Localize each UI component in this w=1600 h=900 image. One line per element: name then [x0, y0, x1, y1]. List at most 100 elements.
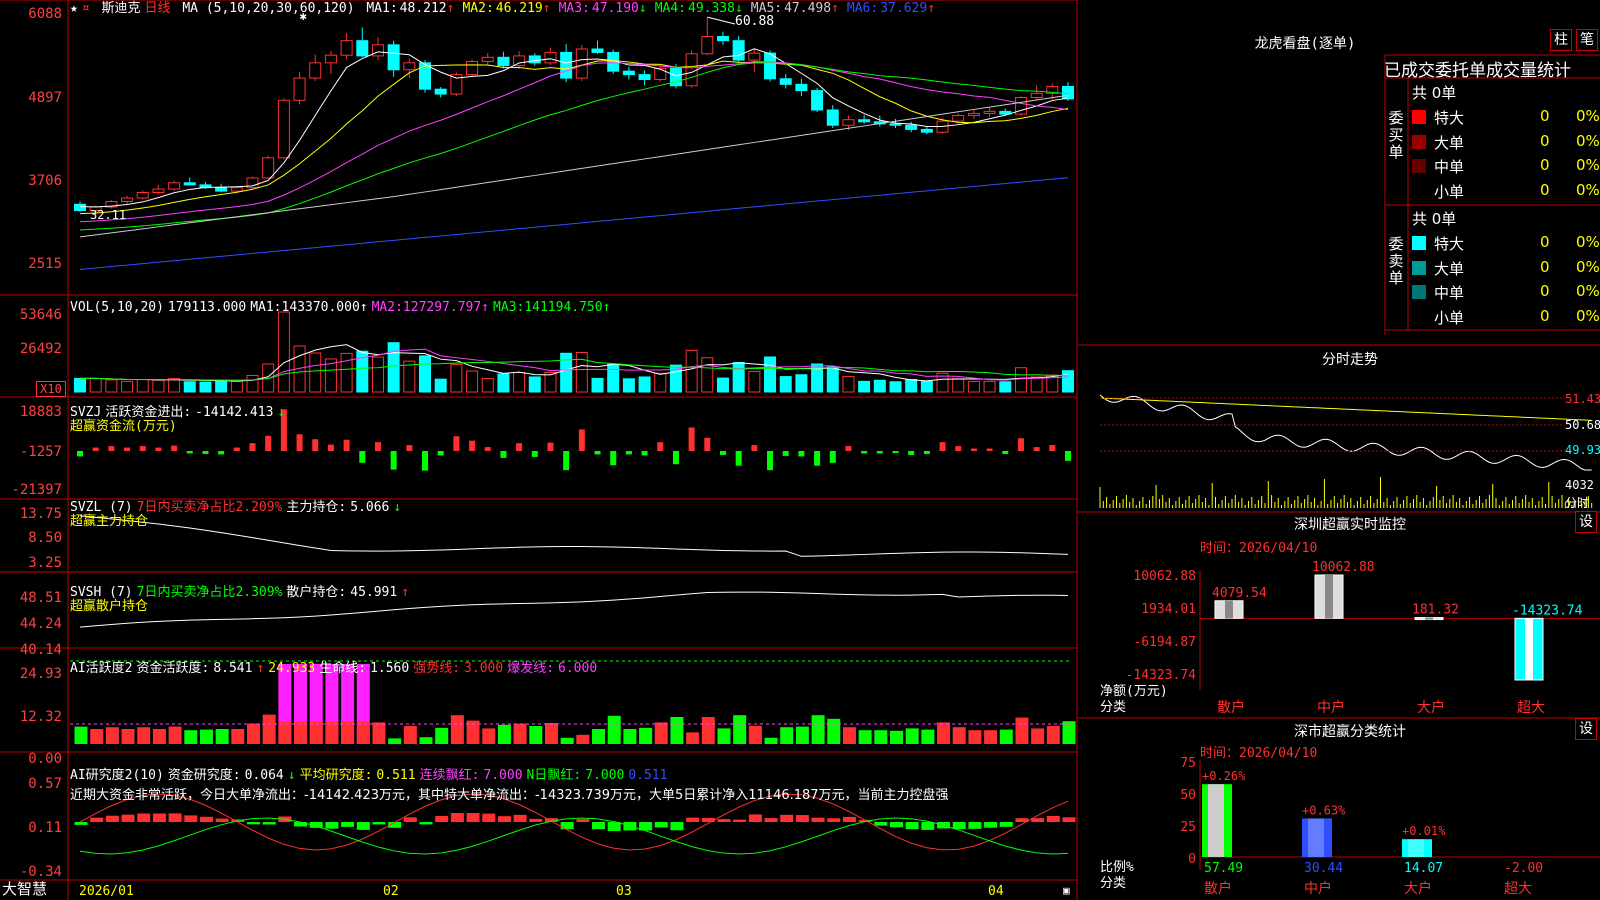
candle-51 [858, 114, 871, 124]
kline-chart-svg[interactable]: ✱ [0, 0, 1078, 900]
candles-group [74, 17, 1074, 219]
candle-48 [811, 87, 824, 113]
svsh-ytick-2: 44.24 [19, 616, 62, 632]
ai-active-bar-base [309, 722, 323, 744]
svzj-bar [641, 451, 648, 456]
candle-14 [277, 98, 290, 160]
ai-active-bar [372, 722, 386, 744]
price-ytick-1: 6088 [28, 6, 62, 22]
svsh-ytick-3: 40.14 [19, 642, 62, 658]
svzj-bar [657, 442, 664, 451]
svzl-arrow: ↓ [393, 500, 402, 515]
vol-panel-header: VOL(5,10,20) 179113.000 MA1:143370.000↑ MA2… [70, 300, 618, 315]
ai-research-bar [905, 822, 919, 830]
svzl-value: 5.066 [350, 500, 390, 515]
volume-bar [967, 380, 980, 393]
sz-monitor-bar-label: -14323.74 [1512, 603, 1583, 618]
ai-research-bar [262, 822, 276, 825]
svsh-value: 45.991 [350, 585, 398, 600]
lock-icon[interactable]: ▣ [1063, 883, 1070, 898]
vol-unit-badge[interactable]: X10 [36, 381, 66, 397]
sz-monitor-bar-label: 4079.54 [1212, 586, 1267, 601]
volume-bar [371, 356, 384, 393]
sz-class-bar-rect [1202, 784, 1232, 857]
ai-active-bar [1062, 721, 1076, 744]
ma-line-5 [79, 94, 1069, 238]
ai-active-bar [199, 729, 213, 744]
ai-research-bar [90, 817, 104, 822]
candle-6 [152, 184, 165, 195]
sz-monitor-bar-shine [1325, 575, 1333, 619]
vol-ma-line-2 [80, 348, 1069, 381]
ai-active-bar [137, 727, 151, 744]
svzj-bar [876, 451, 883, 454]
volume-bar [121, 380, 134, 393]
x-axis-label-2: 02 [383, 884, 399, 899]
svzl-line [79, 515, 1069, 557]
candle-16 [309, 54, 322, 81]
svzj-bar [892, 451, 899, 453]
ai-active-bar [764, 737, 778, 744]
ma-params-label: MA (5,10,20,30,60,120) [182, 1, 355, 16]
x-axis-label-4: 04 [988, 884, 1004, 899]
ai-research-bar [733, 819, 747, 822]
ai-research-ytick-1: 0.57 [28, 776, 62, 792]
volume-bar [591, 377, 604, 393]
ai-active-bar [513, 723, 527, 744]
ma-line-1 [79, 48, 1069, 208]
sz-monitor-category: 大户 [1417, 699, 1445, 716]
lhb-stroke-button[interactable]: 笔 [1576, 29, 1598, 51]
star-icon[interactable]: ★ [70, 1, 78, 16]
sz-monitor-settings-button[interactable]: 设 [1575, 511, 1597, 533]
sz-monitor-category: 超大 [1517, 700, 1545, 716]
volume-bar [450, 363, 463, 393]
ai-active-bar [388, 738, 402, 744]
sz-class-bar-shine [1308, 818, 1324, 857]
candle-body [967, 112, 980, 117]
ai-research-bar [952, 822, 966, 830]
lhb-swatch [1412, 285, 1426, 299]
ai-active-bar-base [325, 722, 339, 744]
svzj-bar [908, 451, 915, 455]
ai-research-bar [152, 813, 166, 822]
volume-bar [1030, 376, 1043, 393]
ai-active-bar [435, 727, 449, 744]
sz-class-bar-value: 14.07 [1404, 861, 1443, 876]
ai-active-metric: 资金活跃度: [136, 661, 210, 676]
ai-active-bar [701, 717, 715, 744]
svzj-bar [594, 451, 601, 455]
lhb-bar-button[interactable]: 柱 [1550, 29, 1572, 51]
lhb-side-label: 委卖单 [1388, 235, 1404, 287]
stock-period[interactable]: 日线 [145, 1, 171, 16]
lhb-swatch [1412, 260, 1426, 275]
svsh-arrow: ↑ [401, 585, 410, 600]
volume-bar [842, 376, 855, 393]
ai-burst-value: 6.000 [558, 661, 598, 676]
vol-ytick-1: 53646 [19, 307, 62, 323]
sz-class-settings-button[interactable]: 设 [1575, 718, 1597, 740]
volume-bar [481, 377, 494, 393]
svzj-bar [469, 440, 476, 451]
ai-research-bar [215, 818, 229, 822]
flag-icon[interactable]: ¤ [82, 1, 90, 16]
candle-18 [340, 33, 353, 60]
lhb-row-pct: 0% [1576, 233, 1600, 251]
svzj-bar [719, 451, 726, 455]
volume-bar [607, 363, 620, 393]
svzj-bar [202, 451, 209, 454]
ai-research-bar [199, 816, 213, 822]
candle-body [497, 56, 510, 67]
candle-body [795, 83, 808, 92]
lhb-row-label: 特大 [1434, 109, 1465, 127]
ai-research-bar [294, 822, 308, 827]
ai-strong-value: 3.000 [464, 661, 504, 676]
candle-47 [795, 78, 808, 97]
app-logo-text[interactable]: 大智慧 [2, 882, 47, 897]
ai-research-ytick-3: -0.34 [19, 864, 62, 880]
ai-active-bar [999, 729, 1013, 744]
candle-body [277, 99, 290, 159]
ai-active-bar-base [278, 722, 292, 744]
svzj-bar [249, 443, 256, 451]
candle-body [826, 109, 839, 126]
svzj-bar [390, 451, 397, 470]
